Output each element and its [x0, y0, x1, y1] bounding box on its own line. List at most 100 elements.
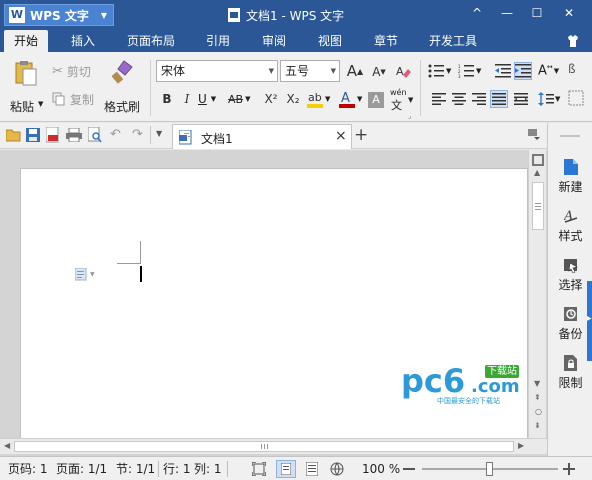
web-view-icon[interactable]: [330, 462, 344, 476]
scroll-thumb[interactable]: [532, 182, 544, 230]
align-right-button[interactable]: [470, 90, 488, 108]
tab-chapter[interactable]: 章节: [364, 30, 408, 52]
tab-insert[interactable]: 插入: [60, 30, 106, 52]
copy-button[interactable]: 复制: [52, 90, 94, 108]
scroll-right-icon[interactable]: ▶: [518, 441, 524, 450]
strikethrough-button[interactable]: AB ▼: [228, 90, 258, 108]
format-painter-button[interactable]: 格式刷: [102, 60, 144, 118]
distributed-icon: [514, 93, 528, 105]
align-left-button[interactable]: [430, 90, 448, 108]
document-tab-title: 文档1: [201, 132, 233, 146]
side-backup-button[interactable]: 备份: [548, 300, 592, 346]
tab-page-layout[interactable]: 页面布局: [118, 30, 184, 52]
maximize-icon: ☐: [531, 6, 543, 20]
previous-page-icon[interactable]: ⇞: [534, 393, 541, 402]
tab-review[interactable]: 审阅: [252, 30, 296, 52]
text-direction-button[interactable]: A↔ ▼: [538, 62, 564, 80]
document-page[interactable]: ▼ pc6 .com 下载站 中国最安全的下载站: [20, 168, 528, 442]
minimize-button[interactable]: —: [492, 0, 522, 26]
close-button[interactable]: ✕: [554, 0, 584, 26]
skin-icon[interactable]: [566, 34, 580, 48]
bold-button[interactable]: B: [158, 90, 176, 108]
scissors-icon: ✂: [52, 63, 63, 79]
pane-expand-handle[interactable]: ▶: [587, 281, 592, 361]
clear-format-button[interactable]: A: [394, 62, 412, 80]
tab-home[interactable]: 开始: [4, 30, 48, 52]
print-icon[interactable]: [66, 128, 82, 142]
document-tab[interactable]: 文档1 ×: [172, 124, 352, 149]
window-title: 文档1 - WPS 文字: [228, 6, 344, 24]
scroll-up-icon[interactable]: ▲: [534, 168, 540, 177]
paste-button[interactable]: 粘贴 ▼: [8, 60, 46, 118]
close-tab-icon[interactable]: ×: [335, 128, 347, 144]
paragraph-layout-button[interactable]: ▼: [75, 267, 103, 281]
more-paragraph-icon[interactable]: ß: [568, 62, 576, 76]
tab-developer[interactable]: 开发工具: [420, 30, 486, 52]
font-size-select[interactable]: 五号 ▼: [280, 60, 340, 82]
shrink-font-button[interactable]: A ▼: [370, 63, 388, 81]
customize-toolbar-icon[interactable]: ▼: [156, 129, 162, 138]
zoom-slider-thumb[interactable]: [486, 462, 493, 476]
page-view-button[interactable]: [276, 460, 296, 478]
vertical-scrollbar[interactable]: ▲ ▼ ⇞ ○ ⇟: [528, 150, 546, 438]
tab-references[interactable]: 引用: [196, 30, 240, 52]
scroll-left-icon[interactable]: ◀: [4, 441, 10, 450]
side-new-button[interactable]: 新建: [548, 153, 592, 199]
more-paragraph-button[interactable]: [568, 90, 586, 108]
tab-list-icon[interactable]: [528, 129, 541, 141]
zoom-in-icon[interactable]: [562, 462, 576, 476]
side-style-button[interactable]: A 样式: [548, 202, 592, 248]
scroll-down-icon[interactable]: ▼: [534, 379, 540, 388]
phonetic-guide-button[interactable]: wén 文 ▼: [388, 88, 416, 112]
full-screen-icon[interactable]: [252, 462, 266, 476]
export-pdf-icon[interactable]: [46, 127, 60, 143]
split-view-icon[interactable]: [532, 154, 544, 166]
char-shading-button[interactable]: A: [368, 92, 384, 108]
new-tab-button[interactable]: +: [354, 125, 368, 145]
font-color-button[interactable]: A ▼: [338, 88, 366, 110]
outline-view-icon[interactable]: [306, 462, 318, 476]
side-restrict-button[interactable]: 限制: [548, 349, 592, 395]
horizontal-scrollbar[interactable]: ◀ ▶: [0, 438, 547, 454]
subscript-button[interactable]: X₂: [284, 90, 302, 108]
save-icon[interactable]: [26, 128, 40, 142]
font-color-icon: A: [339, 91, 355, 108]
group-separator: [150, 60, 151, 116]
next-page-icon[interactable]: ⇟: [534, 421, 541, 430]
undo-icon[interactable]: ↶: [110, 127, 121, 142]
increase-indent-button[interactable]: [514, 62, 532, 80]
app-menu-button[interactable]: W WPS 文字 ▼: [4, 4, 114, 26]
justify-button[interactable]: [490, 90, 508, 108]
print-preview-icon[interactable]: [88, 127, 102, 143]
font-dialog-launcher-icon[interactable]: ⌟: [408, 112, 411, 120]
tab-view[interactable]: 视图: [308, 30, 352, 52]
italic-button[interactable]: I: [178, 90, 196, 108]
highlight-button[interactable]: ab ▼: [306, 88, 336, 110]
side-select-button[interactable]: 选择: [548, 251, 592, 297]
browse-object-icon[interactable]: ○: [535, 407, 542, 416]
open-folder-icon[interactable]: [6, 128, 22, 142]
distributed-button[interactable]: [512, 90, 530, 108]
bullet-list-button[interactable]: ▼: [428, 62, 456, 80]
collapse-ribbon-button[interactable]: ^: [462, 0, 492, 26]
zoom-level[interactable]: 100 %: [362, 461, 400, 477]
redo-icon[interactable]: ↷: [132, 127, 143, 142]
horizontal-scroll-thumb[interactable]: [14, 441, 514, 452]
status-column: 列: 1: [194, 462, 222, 476]
status-page-number[interactable]: 页码: 1: [8, 461, 48, 477]
font-name-value: 宋体: [161, 64, 186, 78]
cut-button[interactable]: ✂ 剪切: [52, 62, 91, 80]
decrease-indent-button[interactable]: [494, 62, 512, 80]
maximize-button[interactable]: ☐: [522, 0, 552, 26]
watermark-brand: pc6: [401, 362, 466, 400]
font-name-select[interactable]: 宋体 ▼: [156, 60, 278, 82]
numbered-list-button[interactable]: 123 ▼: [458, 62, 486, 80]
underline-button[interactable]: U ▼: [198, 90, 224, 108]
zoom-out-icon[interactable]: [402, 462, 416, 476]
chevron-down-icon: ▼: [553, 67, 560, 75]
paste-label: 粘贴: [10, 100, 35, 114]
superscript-button[interactable]: X²: [262, 90, 280, 108]
line-spacing-button[interactable]: ▼: [538, 90, 564, 108]
align-center-button[interactable]: [450, 90, 468, 108]
grow-font-button[interactable]: A ▲: [346, 62, 364, 80]
